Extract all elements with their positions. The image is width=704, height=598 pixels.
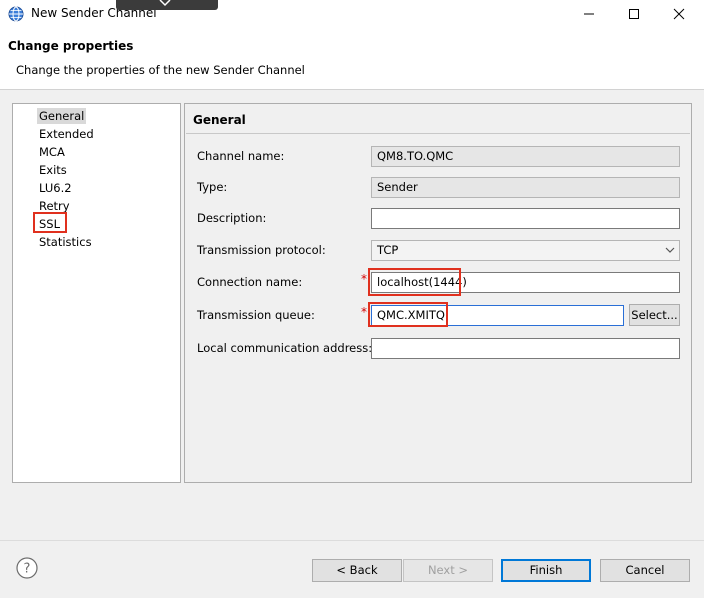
general-page: General Channel name: QM8.TO.QMC Type: S… xyxy=(184,103,692,483)
nav-item-statistics[interactable]: Statistics xyxy=(37,234,94,250)
footer-divider xyxy=(0,540,704,541)
minimize-button[interactable] xyxy=(566,0,612,28)
nav-item-lu62[interactable]: LU6.2 xyxy=(37,180,74,196)
minimize-icon xyxy=(584,13,594,15)
nav-item-extended[interactable]: Extended xyxy=(37,126,96,142)
local-address-input[interactable] xyxy=(371,338,680,359)
nav-item-exits[interactable]: Exits xyxy=(37,162,69,178)
dialog-window: New Sender Channel Change properties Cha… xyxy=(0,0,704,598)
property-pages-list: General Extended MCA Exits LU6.2 Retry S… xyxy=(12,103,181,483)
back-button[interactable]: < Back xyxy=(312,559,402,582)
section-title: General xyxy=(193,113,246,127)
transmission-protocol-value: TCP xyxy=(377,243,399,257)
nav-item-general[interactable]: General xyxy=(37,108,87,124)
transmission-protocol-label: Transmission protocol: xyxy=(197,243,326,257)
page-subtitle: Change the properties of the new Sender … xyxy=(16,63,305,77)
description-label: Description: xyxy=(197,211,267,225)
wizard-header: Change properties Change the properties … xyxy=(0,28,704,90)
finish-button[interactable]: Finish xyxy=(501,559,591,582)
title-overlay-tab[interactable] xyxy=(116,0,218,10)
select-queue-button[interactable]: Select... xyxy=(629,304,680,326)
local-address-label: Local communication address: xyxy=(197,341,373,355)
channel-name-field: QM8.TO.QMC xyxy=(371,146,680,167)
nav-item-mca[interactable]: MCA xyxy=(37,144,67,160)
chevron-down-icon xyxy=(665,247,675,253)
maximize-icon xyxy=(629,9,639,19)
help-icon[interactable]: ? xyxy=(16,557,38,579)
close-icon xyxy=(673,8,685,20)
nav-item-retry[interactable]: Retry xyxy=(37,198,72,214)
transmission-queue-input[interactable]: QMC.XMITQ xyxy=(371,305,624,326)
cancel-button[interactable]: Cancel xyxy=(600,559,690,582)
transmission-protocol-select[interactable]: TCP xyxy=(371,240,680,261)
required-marker: * xyxy=(361,272,367,286)
connection-name-label: Connection name: xyxy=(197,275,303,289)
channel-name-label: Channel name: xyxy=(197,149,285,163)
globe-icon xyxy=(8,6,24,22)
chevron-down-icon xyxy=(159,0,171,7)
page-title: Change properties xyxy=(8,39,134,53)
maximize-button[interactable] xyxy=(611,0,657,28)
description-input[interactable] xyxy=(371,208,680,229)
type-field: Sender xyxy=(371,177,680,198)
title-bar: New Sender Channel xyxy=(0,0,704,28)
connection-name-input[interactable]: localhost(1444) xyxy=(371,272,680,293)
required-marker: * xyxy=(361,305,367,319)
section-divider xyxy=(186,133,690,134)
nav-item-ssl[interactable]: SSL xyxy=(37,216,62,232)
svg-text:?: ? xyxy=(24,562,31,577)
type-label: Type: xyxy=(197,180,228,194)
next-button[interactable]: Next > xyxy=(403,559,493,582)
transmission-queue-label: Transmission queue: xyxy=(197,308,315,322)
close-button[interactable] xyxy=(656,0,702,28)
